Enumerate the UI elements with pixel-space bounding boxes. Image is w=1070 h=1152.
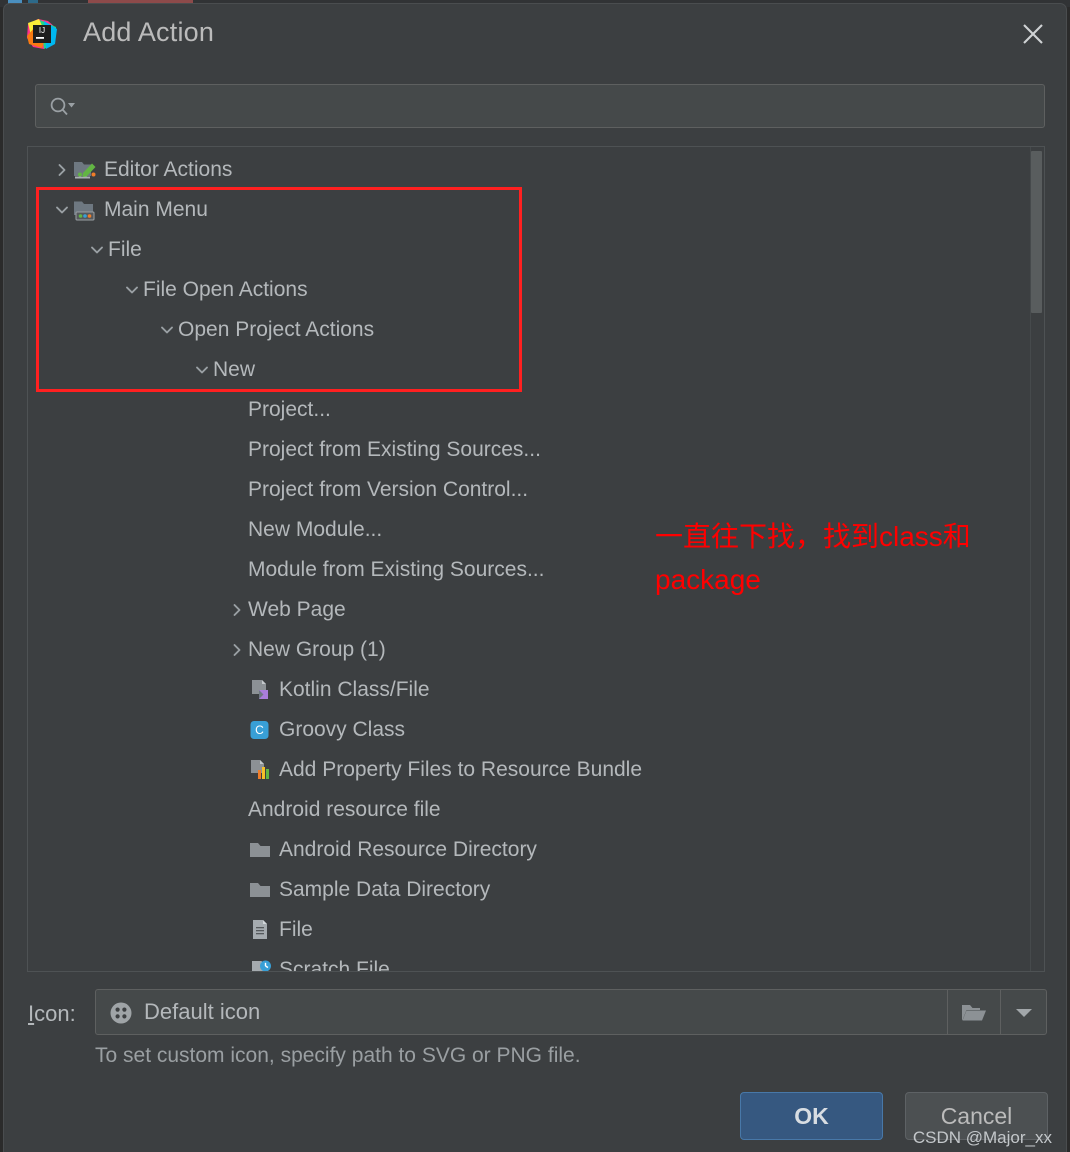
chevron-down-icon[interactable] — [191, 359, 213, 381]
tree-item[interactable]: Sample Data Directory — [28, 870, 1028, 910]
dialog-titlebar: IJ Add Action — [4, 4, 1066, 62]
scratch-file-icon — [248, 958, 274, 971]
dialog-button-bar: OK Cancel — [740, 1092, 1048, 1140]
intellij-idea-icon: IJ — [26, 18, 58, 50]
tree-item-label: Add Property Files to Resource Bundle — [279, 758, 643, 781]
tree-item[interactable]: Project... — [28, 390, 1028, 430]
tree-item[interactable]: Editor Actions — [28, 150, 1028, 190]
chevron-right-icon[interactable] — [226, 639, 248, 661]
groovy-class-icon: C — [248, 718, 274, 742]
tree-item[interactable]: Android resource file — [28, 790, 1028, 830]
tree-item-label: Groovy Class — [279, 718, 406, 741]
tree-item[interactable]: Project from Version Control... — [28, 470, 1028, 510]
chevron-right-icon[interactable] — [226, 599, 248, 621]
icon-field-hint: To set custom icon, specify path to SVG … — [95, 1044, 581, 1067]
tree-item-label: Sample Data Directory — [279, 878, 491, 901]
icon-combo-box[interactable]: Default icon — [95, 989, 1047, 1035]
tree-item-label: Project from Version Control... — [248, 478, 529, 501]
tree-item-label: New Group (1) — [248, 638, 386, 661]
svg-text:C: C — [255, 723, 264, 737]
chevron-down-icon[interactable] — [51, 199, 73, 221]
dialog-title: Add Action — [83, 17, 215, 47]
add-action-dialog: IJ Add Action Editor Actions Main Menu Fil… — [3, 3, 1067, 1152]
tree-item[interactable]: New Group (1) — [28, 630, 1028, 670]
tree-item[interactable]: Kotlin Class/File — [28, 670, 1028, 710]
tree-item[interactable]: Android Resource Directory — [28, 830, 1028, 870]
tree-item-label: Editor Actions — [104, 158, 233, 181]
resource-bundle-icon — [248, 758, 274, 782]
ok-button[interactable]: OK — [740, 1092, 883, 1140]
tree-item-label: New — [213, 358, 256, 381]
tree-item-label: Web Page — [248, 598, 346, 621]
icon-field-label: Icon: — [28, 1001, 76, 1026]
svg-text:IJ: IJ — [39, 26, 45, 35]
folder-menu-icon — [73, 198, 99, 222]
tree-item-label: Project... — [248, 398, 331, 421]
tree-item-label: Android Resource Directory — [279, 838, 537, 861]
folder-icon — [248, 878, 274, 902]
tree-item[interactable]: New — [28, 350, 1028, 390]
file-icon — [248, 918, 274, 942]
search-field[interactable] — [35, 84, 1045, 128]
vertical-scrollbar[interactable] — [1030, 147, 1044, 971]
search-icon[interactable] — [49, 96, 77, 118]
tree-item[interactable]: Module from Existing Sources... — [28, 550, 1028, 590]
tree-item[interactable]: File — [28, 910, 1028, 950]
chevron-right-icon[interactable] — [51, 159, 73, 181]
tree-item[interactable]: Open Project Actions — [28, 310, 1028, 350]
tree-item[interactable]: New Module... — [28, 510, 1028, 550]
tree-item[interactable]: Main Menu — [28, 190, 1028, 230]
actions-tree-panel: Editor Actions Main Menu File File Open Act… — [27, 146, 1045, 972]
icon-combo-value: Default icon — [144, 999, 261, 1024]
tree-item[interactable]: Project from Existing Sources... — [28, 430, 1028, 470]
tree-item-label: Open Project Actions — [178, 318, 375, 341]
folder-edit-icon — [73, 158, 99, 182]
chevron-down-icon[interactable] — [86, 239, 108, 261]
tree-item[interactable]: File Open Actions — [28, 270, 1028, 310]
kotlin-file-icon — [248, 678, 274, 702]
close-icon[interactable] — [1016, 17, 1050, 51]
folder-browse-icon[interactable] — [947, 990, 999, 1034]
tree-item-label: Android resource file — [248, 798, 441, 821]
tree-item-label: Kotlin Class/File — [279, 678, 430, 701]
chevron-down-icon[interactable] — [121, 279, 143, 301]
tree-item[interactable]: Scratch File — [28, 950, 1028, 972]
tree-item-label: File — [279, 918, 313, 941]
tree-item-label: File — [108, 238, 142, 261]
tree-item[interactable]: Web Page — [28, 590, 1028, 630]
search-input[interactable] — [84, 85, 1034, 127]
chevron-down-icon[interactable] — [1000, 990, 1046, 1034]
cancel-button[interactable]: Cancel — [905, 1092, 1048, 1140]
tree-item[interactable]: Add Property Files to Resource Bundle — [28, 750, 1028, 790]
icon-field-row: Icon: Default icon — [4, 989, 1066, 1037]
tree-item-label: Project from Existing Sources... — [248, 438, 541, 461]
tree-item-label: File Open Actions — [143, 278, 308, 301]
actions-tree-list: Editor Actions Main Menu File File Open Act… — [28, 150, 1028, 972]
folder-icon — [248, 838, 274, 862]
tree-item[interactable]: C Groovy Class — [28, 710, 1028, 750]
tree-item[interactable]: File — [28, 230, 1028, 270]
tree-item-label: Main Menu — [104, 198, 208, 221]
tree-item-label: Module from Existing Sources... — [248, 558, 545, 581]
default-icon-glyph — [109, 1001, 133, 1025]
chevron-down-icon[interactable] — [156, 319, 178, 341]
scrollbar-thumb[interactable] — [1031, 151, 1042, 313]
tree-item-label: Scratch File — [279, 958, 390, 972]
tree-item-label: New Module... — [248, 518, 383, 541]
